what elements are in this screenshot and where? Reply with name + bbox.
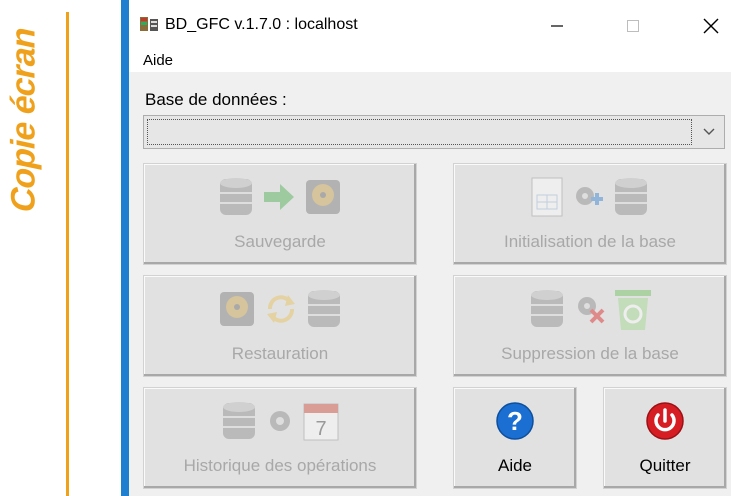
maximize-button[interactable] [613,12,653,40]
aide-label: Aide [497,456,533,475]
close-icon [703,18,719,34]
document-icon [531,177,563,217]
initialisation-button[interactable]: Initialisation de la base [453,163,727,265]
side-caption-text: Copie écran [4,24,43,216]
close-button[interactable] [691,12,731,40]
chevron-down-icon [703,128,715,135]
side-caption: Copie écran [4,10,44,230]
recycle-bin-icon [615,290,651,330]
suppression-label: Suppression de la base [501,344,679,363]
database-select[interactable] [143,115,725,149]
database-icon [531,290,563,327]
orange-divider [66,12,69,496]
quitter-label: Quitter [639,456,691,475]
window-title: BD_GFC v.1.7.0 : localhost [165,16,358,33]
database-icon [223,402,255,439]
restauration-button[interactable]: Restauration [143,275,417,377]
svg-text:?: ? [507,406,523,436]
database-icon [220,178,252,215]
gear-icon [270,411,290,431]
app-window: BD_GFC v.1.7.0 : localhost Aide Base de … [121,0,731,496]
menu-aide[interactable]: Aide [143,52,173,69]
database-icon [308,290,340,327]
sauvegarde-button[interactable]: Sauvegarde [143,163,417,265]
restauration-label: Restauration [231,344,329,363]
svg-text:7: 7 [315,418,326,440]
database-label: Base de données : [145,90,287,109]
historique-label: Historique des opérations [183,456,377,475]
help-icon: ? [496,402,534,440]
delete-gear-icon [578,297,605,324]
suppression-button[interactable]: Suppression de la base [453,275,727,377]
arrow-right-icon [264,184,294,210]
minimize-button[interactable] [537,12,577,40]
calendar-icon: 7 [303,403,339,441]
power-icon [646,402,684,440]
historique-button[interactable]: 7 Historique des opérations [143,387,417,489]
database-icon [615,178,647,215]
sauvegarde-label: Sauvegarde [234,232,326,251]
hard-disk-icon [220,292,254,326]
aide-button[interactable]: ? Aide [453,387,577,489]
window-accent-border [121,0,129,496]
app-icon [140,17,158,31]
refresh-icon [267,295,295,323]
title-bar[interactable]: BD_GFC v.1.7.0 : localhost [129,0,731,52]
minimize-icon [551,25,563,27]
menu-bar: Aide [129,46,731,72]
gear-plus-icon [576,187,603,205]
maximize-icon [627,20,639,32]
initialisation-label: Initialisation de la base [503,232,676,251]
quitter-button[interactable]: Quitter [603,387,727,489]
select-value [147,119,692,145]
hard-disk-icon [306,180,340,214]
